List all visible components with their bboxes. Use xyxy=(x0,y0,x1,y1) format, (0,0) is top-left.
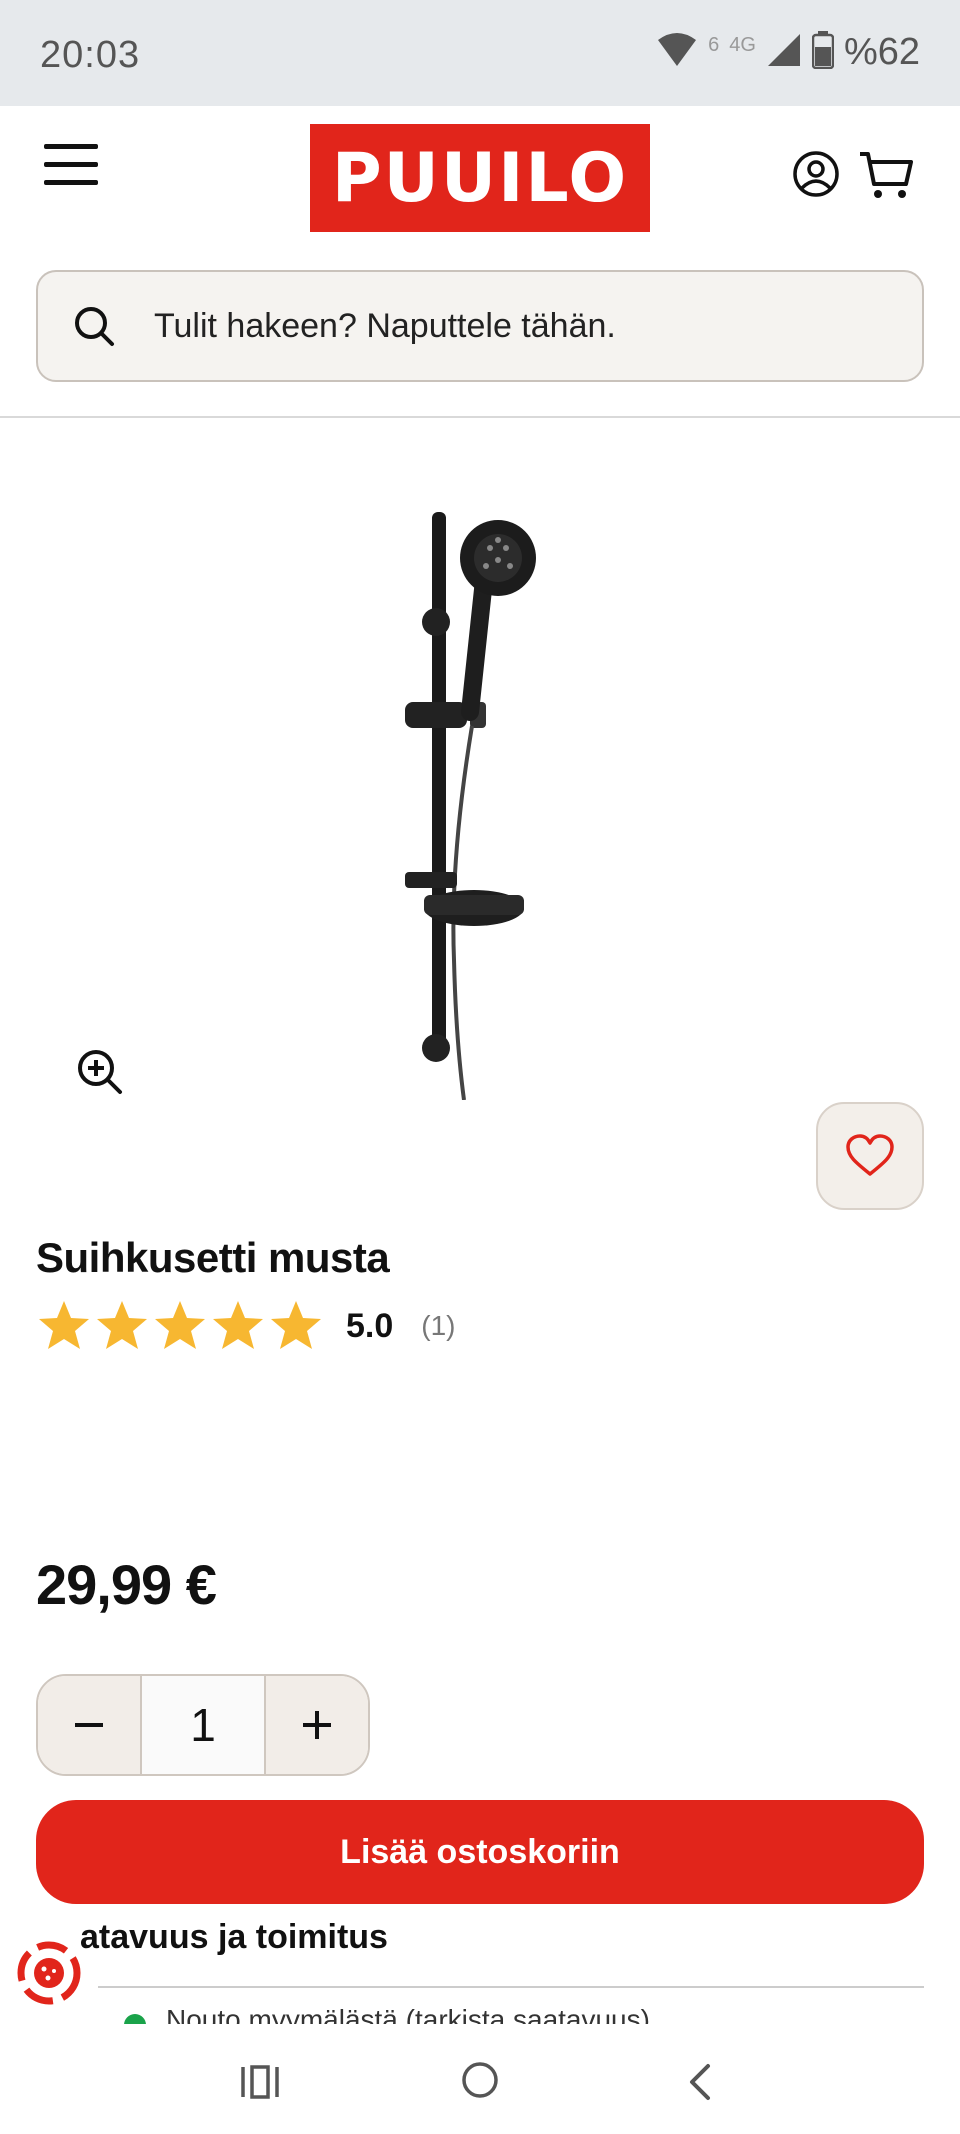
puuilo-logo[interactable]: PUUILO xyxy=(310,124,650,232)
battery-percent: %62 xyxy=(843,30,920,73)
product-rating[interactable]: 5.0 (1) xyxy=(36,1296,456,1356)
recents-icon xyxy=(241,2065,279,2099)
add-to-cart-button[interactable]: Lisää ostoskoriin xyxy=(36,1800,924,1904)
cookie-icon xyxy=(17,1941,81,2005)
star-icon xyxy=(213,1301,263,1349)
wifi-badge: 6 xyxy=(708,33,720,56)
status-icons: 6 4G %62 xyxy=(656,30,920,74)
network-type: 4G xyxy=(729,33,756,56)
home-button[interactable] xyxy=(460,2060,500,2100)
system-nav-bar xyxy=(0,2024,960,2134)
menu-button[interactable] xyxy=(40,140,100,190)
hamburger-icon-bar xyxy=(44,180,98,185)
star-icon xyxy=(155,1301,205,1349)
cookie-settings-button[interactable] xyxy=(14,1938,84,2008)
search-icon xyxy=(75,307,114,346)
star-icon xyxy=(271,1301,321,1349)
account-button[interactable] xyxy=(792,150,840,198)
site-header: PUUILO Tulit hakeen? Naputtele tähän. xyxy=(0,106,960,418)
user-circle-icon xyxy=(793,151,839,197)
plus-icon xyxy=(303,1711,331,1739)
status-bar: 20:03 6 4G %62 xyxy=(0,0,960,106)
hamburger-icon-bar xyxy=(44,162,98,167)
shower-set-image xyxy=(405,512,536,1101)
product-image[interactable] xyxy=(390,500,570,1101)
recents-button[interactable] xyxy=(240,2064,280,2100)
battery-icon xyxy=(811,30,835,74)
availability-title[interactable]: atavuus ja toimitus xyxy=(80,1918,388,1957)
product-title: Suihkusetti musta xyxy=(36,1234,390,1281)
rating-count: (1) xyxy=(421,1310,456,1341)
heart-icon xyxy=(846,1134,894,1176)
zoom-in-icon xyxy=(78,1050,122,1094)
increase-quantity-button[interactable] xyxy=(266,1676,368,1774)
search-placeholder: Tulit hakeen? Naputtele tähän. xyxy=(154,306,616,345)
availability-divider xyxy=(98,1986,924,1988)
quantity-stepper: 1 xyxy=(36,1674,370,1776)
back-button[interactable] xyxy=(684,2062,714,2102)
cart-button[interactable] xyxy=(858,150,914,202)
status-time: 20:03 xyxy=(40,34,141,76)
wifi-icon xyxy=(656,32,698,73)
favorite-button[interactable] xyxy=(816,1102,924,1210)
search-input[interactable]: Tulit hakeen? Naputtele tähän. xyxy=(36,270,924,382)
cart-icon xyxy=(860,152,913,198)
availability-line: Nouto myymälästä (tarkista saatavuus) xyxy=(166,2004,650,2026)
home-icon xyxy=(462,2062,498,2098)
hamburger-icon xyxy=(44,144,98,149)
rating-value: 5.0 xyxy=(346,1306,394,1345)
signal-icon xyxy=(766,32,802,73)
rating-stars xyxy=(36,1298,324,1354)
star-icon xyxy=(97,1301,147,1349)
minus-icon xyxy=(75,1723,103,1727)
star-icon xyxy=(39,1301,89,1349)
logo-text: PUUILO xyxy=(331,138,629,218)
product-price: 29,99 € xyxy=(36,1553,217,1616)
decrease-quantity-button[interactable] xyxy=(38,1676,140,1774)
quantity-input[interactable]: 1 xyxy=(140,1676,266,1774)
back-icon xyxy=(690,2064,710,2100)
zoom-button[interactable] xyxy=(76,1048,124,1096)
